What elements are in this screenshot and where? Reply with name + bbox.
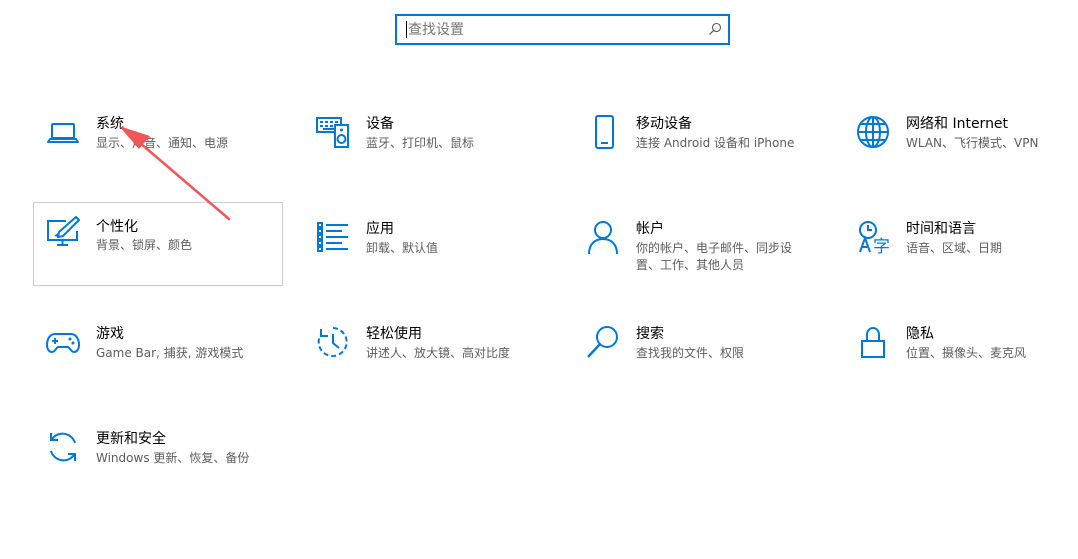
svg-text:字: 字 xyxy=(873,237,890,254)
tile-title: 隐私 xyxy=(906,326,934,342)
tile-title: 游戏 xyxy=(96,326,124,342)
tile-title: 更新和安全 xyxy=(96,431,166,447)
tile-title: 个性化 xyxy=(96,219,138,235)
search-box[interactable] xyxy=(395,14,730,45)
tile-title: 时间和语言 xyxy=(906,221,976,237)
tile-ease-of-access[interactable]: 轻松使用 讲述人、放大镜、高对比度 xyxy=(303,316,553,400)
tile-privacy[interactable]: 隐私 位置、摄像头、麦克风 xyxy=(843,316,1078,400)
tile-time-language[interactable]: 字 时间和语言 语音、区域、日期 xyxy=(843,211,1078,295)
tile-description: 查找我的文件、权限 xyxy=(636,346,745,360)
tile-title: 搜索 xyxy=(636,326,664,342)
magnifier-icon xyxy=(587,326,618,358)
tile-description: 卸载、默认值 xyxy=(366,241,439,255)
tile-search[interactable]: 搜索 查找我的文件、权限 xyxy=(573,316,823,400)
laptop-icon xyxy=(47,123,79,143)
phone-icon xyxy=(595,115,614,149)
tile-system[interactable]: 系统 显示、声音、通知、电源 xyxy=(33,106,283,190)
tile-description: 背景、锁屏、颜色 xyxy=(96,238,193,252)
search-icon[interactable] xyxy=(708,22,722,36)
globe-icon xyxy=(857,116,889,148)
gamepad-icon xyxy=(46,333,80,353)
lock-icon xyxy=(861,326,885,358)
tile-title: 系统 xyxy=(96,116,124,132)
tile-personalization[interactable]: 个性化 背景、锁屏、颜色 xyxy=(33,202,283,286)
tile-title: 应用 xyxy=(366,221,394,237)
tile-description: 你的帐户、电子邮件、同步设置、工作、其他人员 xyxy=(636,241,793,272)
tile-title: 轻松使用 xyxy=(366,326,422,342)
tile-title: 网络和 Internet xyxy=(906,116,1009,132)
tile-description: Windows 更新、恢复、备份 xyxy=(96,451,250,465)
person-icon xyxy=(588,221,618,254)
tile-description: 连接 Android 设备和 iPhone xyxy=(636,136,795,150)
search-input[interactable] xyxy=(408,16,698,43)
tile-description: 语音、区域、日期 xyxy=(906,241,1003,255)
tile-network[interactable]: 网络和 Internet WLAN、飞行模式、VPN xyxy=(843,106,1078,190)
tile-accounts[interactable]: 帐户 你的帐户、电子邮件、同步设置、工作、其他人员 xyxy=(573,211,823,295)
tile-phone[interactable]: 移动设备 连接 Android 设备和 iPhone xyxy=(573,106,823,190)
apps-list-icon xyxy=(317,222,348,252)
tile-description: 位置、摄像头、麦克风 xyxy=(906,346,1027,360)
tile-title: 设备 xyxy=(366,116,394,132)
tile-description: Game Bar, 捕获, 游戏模式 xyxy=(96,346,244,360)
time-language-icon: 字 xyxy=(859,221,890,254)
tile-title: 移动设备 xyxy=(636,116,692,132)
tile-description: 显示、声音、通知、电源 xyxy=(96,136,229,150)
text-caret xyxy=(406,21,407,38)
tile-description: 蓝牙、打印机、鼠标 xyxy=(366,136,475,150)
tile-update-security[interactable]: 更新和安全 Windows 更新、恢复、备份 xyxy=(33,421,283,505)
tile-description: WLAN、飞行模式、VPN xyxy=(906,136,1039,150)
tile-devices[interactable]: 设备 蓝牙、打印机、鼠标 xyxy=(303,106,553,190)
ease-of-access-icon xyxy=(317,327,348,357)
monitor-pen-icon xyxy=(47,216,80,246)
tile-apps[interactable]: 应用 卸载、默认值 xyxy=(303,211,553,295)
tile-gaming[interactable]: 游戏 Game Bar, 捕获, 游戏模式 xyxy=(33,316,283,400)
tile-description: 讲述人、放大镜、高对比度 xyxy=(366,346,511,360)
settings-home: 系统 显示、声音、通知、电源 设备 蓝牙、打印机、鼠标 移动设备 连接 Andr… xyxy=(0,0,1078,559)
sync-arrows-icon xyxy=(50,432,76,462)
tile-title: 帐户 xyxy=(636,221,664,237)
keyboard-speaker-icon xyxy=(316,117,349,148)
